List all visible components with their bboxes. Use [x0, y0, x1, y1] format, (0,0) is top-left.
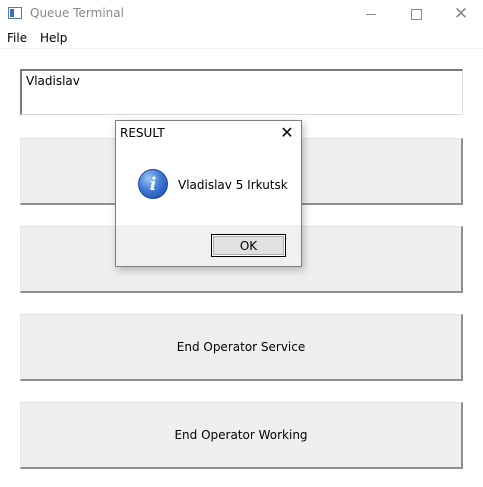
dialog-message: Vladislav 5 Irkutsk	[178, 178, 288, 192]
window-title: Queue Terminal	[30, 6, 124, 20]
dialog-close-button[interactable]: ✕	[276, 123, 298, 143]
dialog-footer: OK	[116, 225, 301, 266]
info-icon: i	[138, 169, 168, 199]
menu-divider	[0, 48, 483, 49]
maximize-icon	[410, 8, 422, 20]
menu-bar: File Help	[0, 28, 483, 48]
ok-button[interactable]: OK	[211, 234, 286, 257]
info-icon-glyph: i	[149, 173, 157, 195]
dialog-title: RESULT	[120, 126, 165, 140]
close-icon: ✕	[280, 123, 294, 142]
app-window: Queue Terminal ✕ File Help Vladislav End…	[0, 0, 483, 487]
dialog-title-bar[interactable]: RESULT ✕	[116, 121, 301, 145]
end-operator-service-button[interactable]: End Operator Service	[20, 314, 463, 381]
dialog-body: i Vladislav 5 Irkutsk	[116, 145, 301, 225]
menu-file[interactable]: File	[7, 31, 27, 45]
title-bar[interactable]: Queue Terminal ✕	[0, 0, 483, 28]
app-window-icon	[8, 7, 22, 19]
result-dialog: RESULT ✕ i Vladislav 5 Irkutsk OK	[115, 120, 302, 267]
close-button[interactable]: ✕	[438, 0, 483, 28]
minimize-icon	[366, 13, 376, 15]
menu-help[interactable]: Help	[40, 31, 67, 45]
name-input[interactable]: Vladislav	[20, 69, 463, 115]
end-operator-working-button[interactable]: End Operator Working	[20, 402, 463, 469]
close-icon: ✕	[453, 3, 469, 24]
minimize-button[interactable]	[348, 0, 394, 28]
maximize-button[interactable]	[393, 0, 439, 28]
